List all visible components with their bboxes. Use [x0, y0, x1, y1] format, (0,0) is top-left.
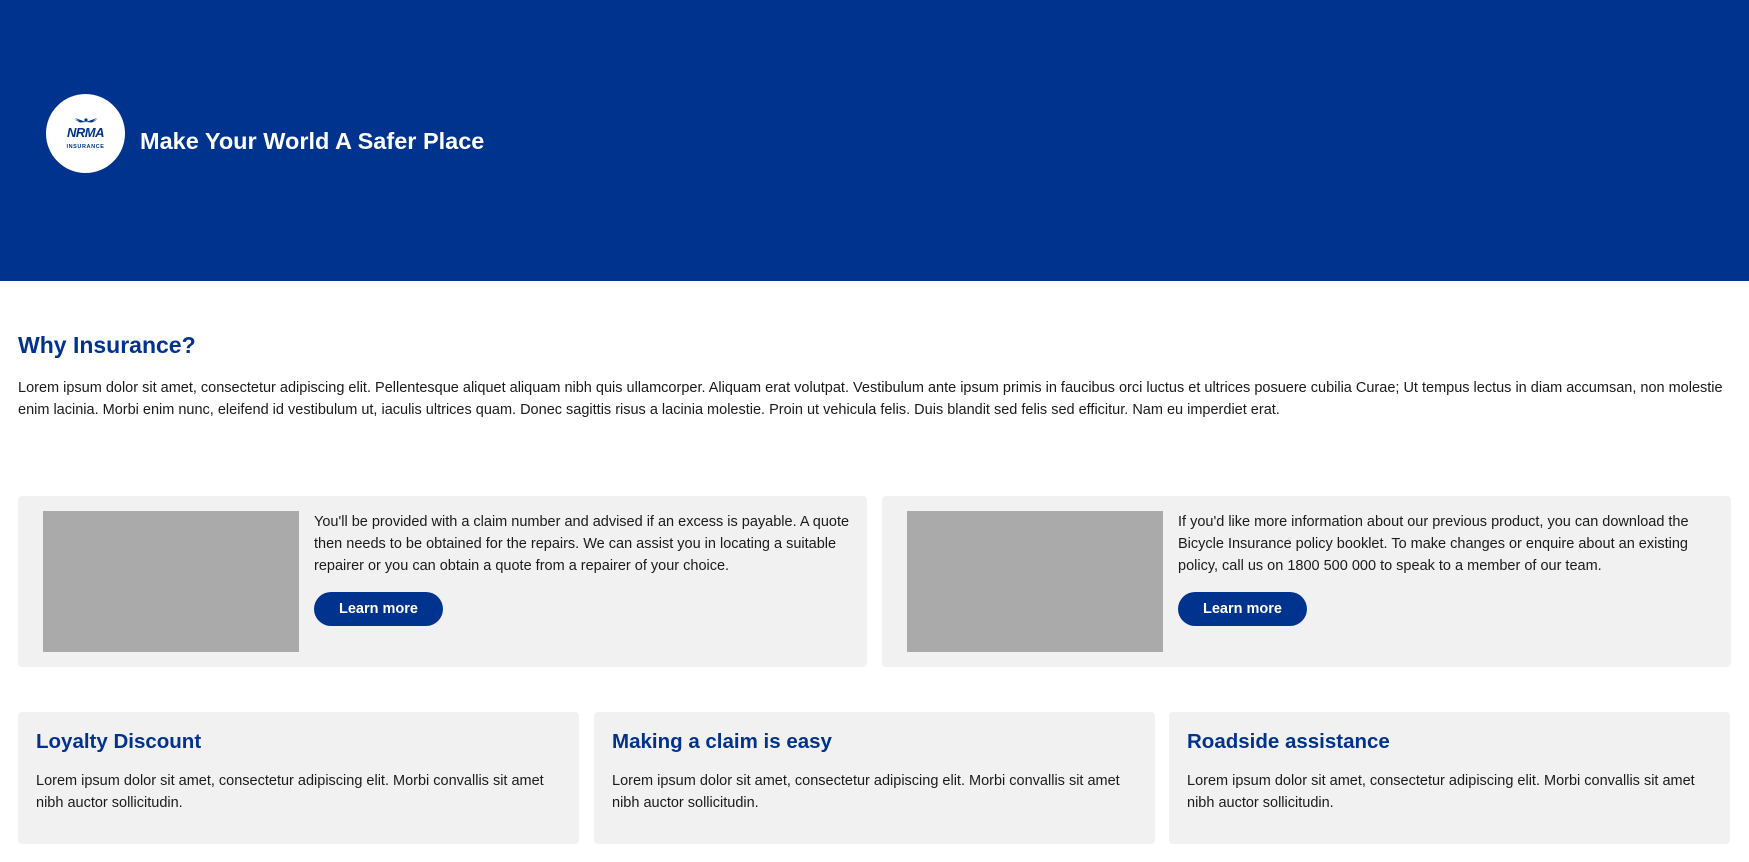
feature-text: If you'd like more information about our… — [1178, 514, 1689, 574]
info-card-title: Loyalty Discount — [36, 730, 202, 753]
info-card-text: Lorem ipsum dolor sit amet, consectetur … — [1187, 773, 1695, 811]
info-card-title: Making a claim is easy — [612, 730, 832, 753]
info-card-making-a-claim: Making a claim is easy Lorem ipsum dolor… — [594, 712, 1155, 844]
info-card-roadside-assistance: Roadside assistance Lorem ipsum dolor si… — [1169, 712, 1730, 844]
feature-image-placeholder — [43, 511, 299, 652]
info-card-loyalty-discount: Loyalty Discount Lorem ipsum dolor sit a… — [18, 712, 579, 844]
hero-banner: NRMA INSURANCE Make Your World A Safer P… — [0, 0, 1749, 281]
learn-more-button[interactable]: Learn more — [314, 592, 443, 626]
feature-card-policy: If you'd like more information about our… — [882, 496, 1731, 667]
feature-image-placeholder — [907, 511, 1163, 652]
logo-brand-text: NRMA — [67, 125, 105, 140]
info-card-text: Lorem ipsum dolor sit amet, consectetur … — [612, 773, 1120, 811]
logo-subtitle-text: INSURANCE — [66, 144, 105, 150]
wings-icon — [73, 118, 98, 123]
feature-card-claim: You'll be provided with a claim number a… — [18, 496, 867, 667]
nrma-logo[interactable]: NRMA INSURANCE — [46, 94, 125, 173]
learn-more-button[interactable]: Learn more — [1178, 592, 1307, 626]
info-card-text: Lorem ipsum dolor sit amet, consectetur … — [36, 773, 544, 811]
info-card-title: Roadside assistance — [1187, 730, 1390, 753]
intro-heading: Why Insurance? — [18, 332, 196, 358]
feature-text: You'll be provided with a claim number a… — [314, 514, 850, 574]
hero-title: Make Your World A Safer Place — [140, 128, 485, 154]
intro-paragraph: Lorem ipsum dolor sit amet, consectetur … — [18, 380, 1723, 418]
